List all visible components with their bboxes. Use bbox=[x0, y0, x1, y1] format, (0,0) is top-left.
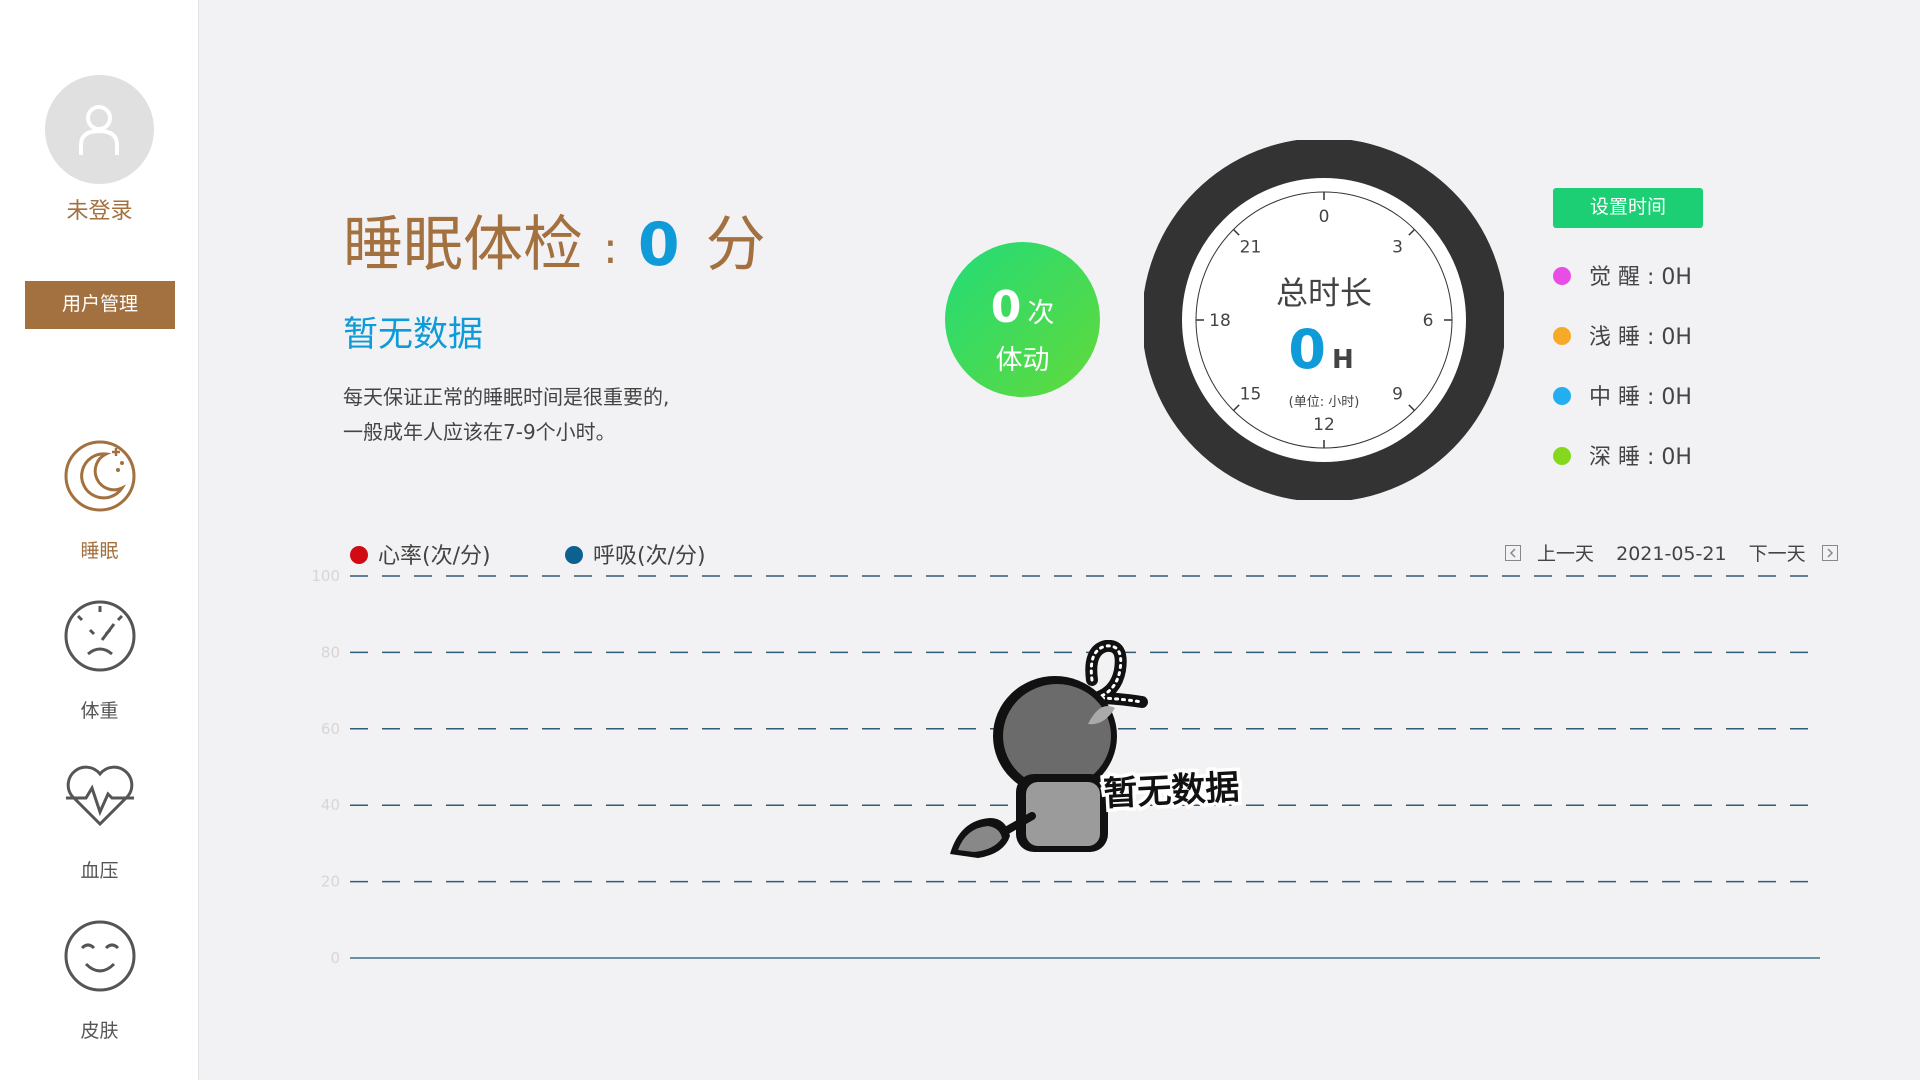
dial-hour-label: 21 bbox=[1240, 237, 1262, 257]
stage-name: 浅 睡 bbox=[1589, 325, 1640, 350]
stage-separator: : bbox=[1640, 265, 1662, 290]
sidebar-item-weight[interactable]: 体重 bbox=[0, 598, 199, 723]
sidebar-item-label: 体重 bbox=[80, 700, 119, 722]
score-colon: : bbox=[603, 222, 618, 274]
chart-y-tick-label: 60 bbox=[321, 720, 340, 738]
movement-label: 体动 bbox=[995, 345, 1050, 376]
stage-deep: 深 睡 : 0H bbox=[1553, 439, 1692, 471]
user-icon bbox=[79, 105, 119, 155]
stage-separator: : bbox=[1640, 385, 1662, 410]
stage-dot bbox=[1553, 387, 1571, 405]
movement-count-unit: 次 bbox=[1027, 298, 1055, 329]
stage-dot bbox=[1553, 267, 1571, 285]
scale-face-icon bbox=[64, 600, 135, 672]
chart-y-tick-label: 80 bbox=[321, 643, 340, 661]
stage-value: 0H bbox=[1661, 445, 1692, 470]
dial-value: 0 bbox=[1288, 318, 1326, 381]
dial-unit-note: (单位: 小时) bbox=[1289, 395, 1360, 410]
stage-value: 0H bbox=[1661, 265, 1692, 290]
score-value: 0 bbox=[637, 210, 680, 280]
stage-separator: : bbox=[1640, 325, 1662, 350]
stage-name: 中 睡 bbox=[1589, 385, 1640, 410]
chart-y-tick-label: 100 bbox=[311, 567, 340, 585]
dial-hour-label: 15 bbox=[1240, 385, 1262, 405]
moon-stars-icon bbox=[64, 440, 135, 512]
avatar[interactable] bbox=[45, 75, 154, 184]
dial-hour-label: 18 bbox=[1209, 311, 1231, 331]
sidebar-item-label: 睡眠 bbox=[80, 540, 119, 562]
score-title-label: 睡眠体检 bbox=[343, 210, 583, 280]
sidebar-item-label: 血压 bbox=[80, 860, 119, 882]
empty-state-text: 暂无数据 bbox=[1102, 767, 1240, 814]
stage-awake: 觉 醒 : 0H bbox=[1553, 259, 1692, 291]
user-management-button[interactable]: 用户管理 bbox=[25, 281, 175, 329]
score-status: 暂无数据 bbox=[343, 315, 484, 355]
chart-y-tick-label: 40 bbox=[321, 796, 340, 814]
stage-separator: : bbox=[1640, 445, 1662, 470]
description-line: 一般成年人应该在7-9个小时。 bbox=[343, 420, 616, 444]
sleep-score-title: 睡眠体检:0 分 bbox=[343, 196, 766, 283]
string-loop-icon bbox=[1085, 640, 1148, 708]
chevron-left-icon[interactable] bbox=[1505, 545, 1521, 561]
movement-circle: 0次 体动 bbox=[945, 242, 1100, 397]
chart-y-tick-label: 0 bbox=[330, 949, 340, 967]
smile-face-icon bbox=[64, 920, 135, 992]
sidebar: 未登录 用户管理 睡眠 体重 血压 皮肤 bbox=[0, 0, 199, 1080]
dial-title: 总时长 bbox=[1276, 274, 1372, 312]
empty-state-illustration: 暂无数据 bbox=[950, 640, 1244, 858]
sleep-description: 每天保证正常的睡眠时间是很重要的, 一般成年人应该在7-9个小时。 bbox=[343, 380, 669, 450]
movement-count-row: 0次 bbox=[945, 282, 1100, 333]
login-status[interactable]: 未登录 bbox=[0, 193, 199, 225]
sidebar-item-label: 皮肤 bbox=[80, 1020, 119, 1042]
dial-hour-label: 6 bbox=[1423, 311, 1434, 331]
dial-hour-label: 0 bbox=[1319, 207, 1330, 227]
total-duration-dial: 0 3 6 9 12 15 18 21 总时长 0 H (单位: 小时) bbox=[1144, 140, 1504, 500]
dial-hour-label: 12 bbox=[1313, 415, 1335, 435]
stage-light: 浅 睡 : 0H bbox=[1553, 319, 1692, 351]
stage-name: 觉 醒 bbox=[1589, 265, 1640, 290]
movement-count: 0 bbox=[990, 282, 1022, 333]
dial-hour-label: 3 bbox=[1392, 237, 1403, 257]
stage-value: 0H bbox=[1661, 385, 1692, 410]
sidebar-item-skin[interactable]: 皮肤 bbox=[0, 918, 199, 1043]
dial-unit: H bbox=[1332, 345, 1354, 375]
stage-name: 深 睡 bbox=[1589, 445, 1640, 470]
description-line: 每天保证正常的睡眠时间是很重要的, bbox=[343, 385, 670, 409]
stage-dot bbox=[1553, 327, 1571, 345]
sidebar-item-blood-pressure[interactable]: 血压 bbox=[0, 758, 199, 883]
chart-y-tick-label: 20 bbox=[321, 873, 340, 891]
score-unit: 分 bbox=[705, 210, 766, 280]
stage-dot bbox=[1553, 447, 1571, 465]
stage-value: 0H bbox=[1661, 325, 1692, 350]
dial-hour-label: 9 bbox=[1392, 385, 1403, 405]
set-time-button[interactable]: 设置时间 bbox=[1553, 188, 1703, 228]
heart-pulse-icon bbox=[65, 765, 134, 827]
stage-medium: 中 睡 : 0H bbox=[1553, 379, 1692, 411]
sidebar-item-sleep[interactable]: 睡眠 bbox=[0, 438, 199, 563]
chevron-right-icon[interactable] bbox=[1821, 545, 1838, 561]
